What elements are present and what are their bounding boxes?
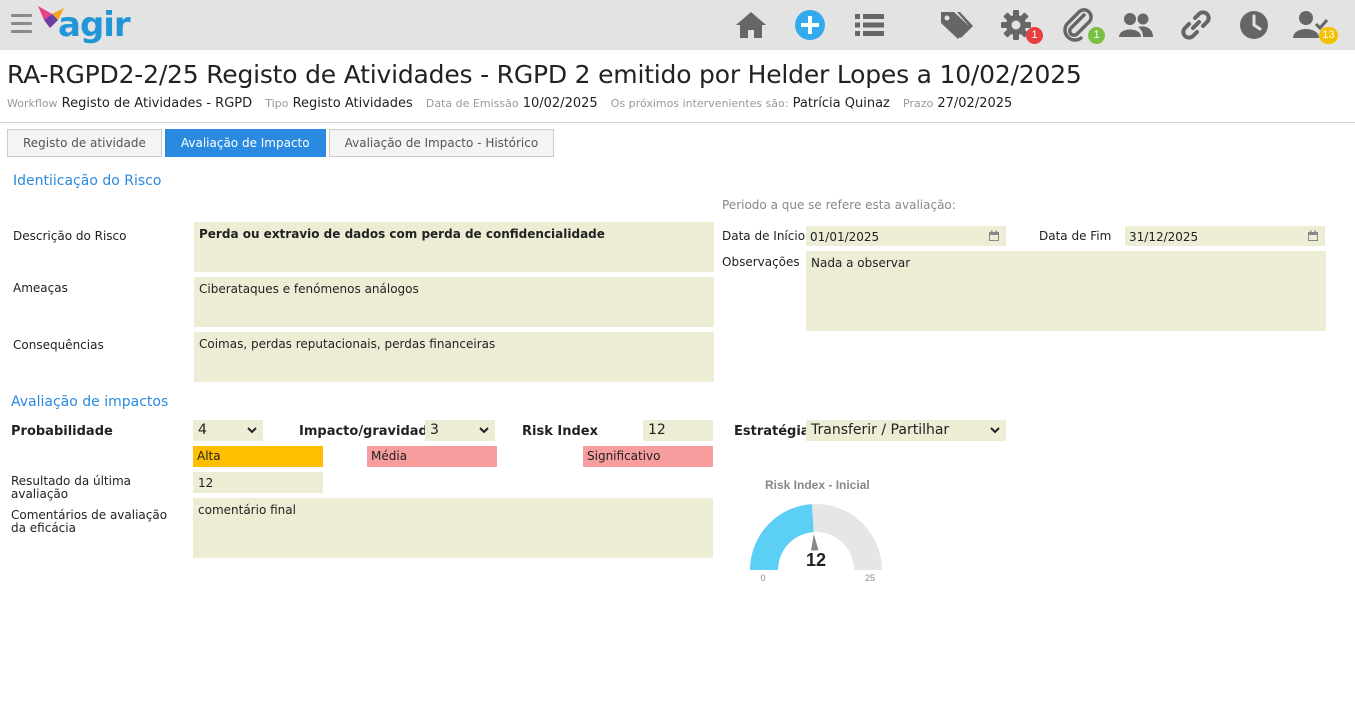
list-icon[interactable]: [851, 7, 887, 43]
prazo-value: 27/02/2025: [937, 96, 1013, 111]
tab-registo-atividade[interactable]: Registo de atividade: [7, 129, 162, 157]
menu-icon[interactable]: [11, 14, 32, 34]
ameacas-field[interactable]: Ciberataques e fenómenos análogos: [194, 277, 714, 327]
consequencias-label: Consequências: [13, 338, 104, 352]
prazo-label: Prazo: [903, 97, 934, 110]
attachments-badge: 1: [1088, 27, 1105, 44]
divider: [0, 122, 1355, 123]
estrategia-value: Transferir / Partilhar: [811, 422, 950, 438]
gauge-value: 12: [806, 550, 826, 570]
calendar-icon[interactable]: [1307, 230, 1319, 242]
tab-bar: Registo de atividade Avaliação de Impact…: [7, 129, 557, 157]
top-bar: agir 1 1 13: [0, 0, 1355, 50]
add-icon[interactable]: [792, 7, 828, 43]
fim-date-value: 31/12/2025: [1129, 230, 1199, 244]
gauge-max: 25: [865, 573, 875, 583]
prob-label: Probabilidade: [11, 424, 113, 439]
grav-select[interactable]: 3: [425, 420, 495, 441]
workflow-label: Workflow: [7, 97, 58, 110]
paperclip-icon[interactable]: 1: [1060, 7, 1105, 44]
fim-date-field[interactable]: 31/12/2025: [1125, 226, 1325, 246]
ultima-field[interactable]: 12: [193, 472, 323, 493]
workflow-value: Registo de Atividades - RGPD: [61, 96, 253, 111]
grav-label: Impacto/gravidade: [299, 424, 437, 439]
risk-index-field[interactable]: 12: [643, 420, 713, 441]
emissao-value: 10/02/2025: [522, 96, 598, 111]
descricao-field[interactable]: Perda ou extravio de dados com perda de …: [194, 222, 714, 272]
user-check-icon[interactable]: 13: [1292, 7, 1338, 44]
logo[interactable]: agir: [58, 5, 131, 45]
tab-avaliacao-historico[interactable]: Avaliação de Impacto - Histórico: [328, 129, 555, 157]
tab-avaliacao-impacto[interactable]: Avaliação de Impacto: [164, 129, 326, 157]
tags-icon[interactable]: [938, 7, 974, 43]
link-icon[interactable]: [1178, 7, 1214, 43]
page-title: RA-RGPD2-2/25 Registo de Atividades - RG…: [7, 60, 1082, 89]
users-icon[interactable]: [1118, 7, 1154, 43]
gauge-min: 0: [760, 573, 765, 583]
document-meta: Workflow Registo de Atividades - RGPD Ti…: [7, 96, 1021, 111]
settings-badge: 1: [1026, 27, 1043, 44]
chevron-down-icon: [247, 427, 257, 434]
risk-index-label: Risk Index: [522, 424, 598, 439]
gauge-pointer: [811, 534, 819, 551]
clock-icon[interactable]: [1236, 7, 1272, 43]
prob-value: 4: [198, 422, 207, 438]
home-icon[interactable]: [733, 7, 769, 43]
inicio-date-field[interactable]: 01/01/2025: [806, 226, 1006, 246]
inicio-date-value: 01/01/2025: [810, 230, 880, 244]
risk-section-heading: Identiicação do Risco: [13, 173, 162, 189]
intervenientes-value: Patrícia Quinaz: [792, 96, 890, 111]
estrategia-label: Estratégia: [734, 424, 810, 439]
coment-label: Comentários de avaliação da eficácia: [11, 508, 168, 535]
tipo-label: Tipo: [265, 97, 289, 110]
estrategia-select[interactable]: Transferir / Partilhar: [806, 420, 1006, 441]
gear-icon[interactable]: 1: [998, 7, 1043, 44]
period-heading: Periodo a que se refere esta avaliação:: [722, 198, 956, 212]
inicio-label: Data de Início: [722, 229, 806, 243]
calendar-icon[interactable]: [988, 230, 1000, 242]
descricao-label: Descrição do Risco: [13, 229, 127, 243]
coment-field[interactable]: comentário final: [193, 498, 713, 558]
emissao-label: Data de Emissão: [425, 97, 519, 110]
risk-gauge: 12 0 25: [750, 504, 882, 583]
ameacas-label: Ameaças: [13, 281, 68, 295]
grav-level-badge: Média: [367, 446, 497, 467]
risk-level-badge: Significativo: [583, 446, 713, 467]
consequencias-field[interactable]: Coimas, perdas reputacionais, perdas fin…: [194, 332, 714, 382]
chevron-down-icon: [990, 427, 1000, 434]
obs-field[interactable]: Nada a observar: [806, 251, 1326, 331]
tipo-value: Registo Atividades: [292, 96, 413, 111]
grav-value: 3: [430, 422, 439, 438]
gauge-fill: [750, 504, 814, 570]
intervenientes-label: Os próximos intervenientes são:: [610, 97, 789, 110]
obs-label: Observações: [722, 255, 800, 269]
fim-label: Data de Fim: [1039, 229, 1112, 243]
prob-select[interactable]: 4: [193, 420, 263, 441]
ultima-label: Resultado da última avaliação: [11, 474, 132, 501]
impact-section-heading: Avaliação de impactos: [11, 394, 169, 410]
prob-level-badge: Alta: [193, 446, 323, 467]
gauge-title: Risk Index - Inicial: [765, 478, 870, 492]
chevron-down-icon: [479, 427, 489, 434]
tasks-badge: 13: [1319, 27, 1338, 44]
